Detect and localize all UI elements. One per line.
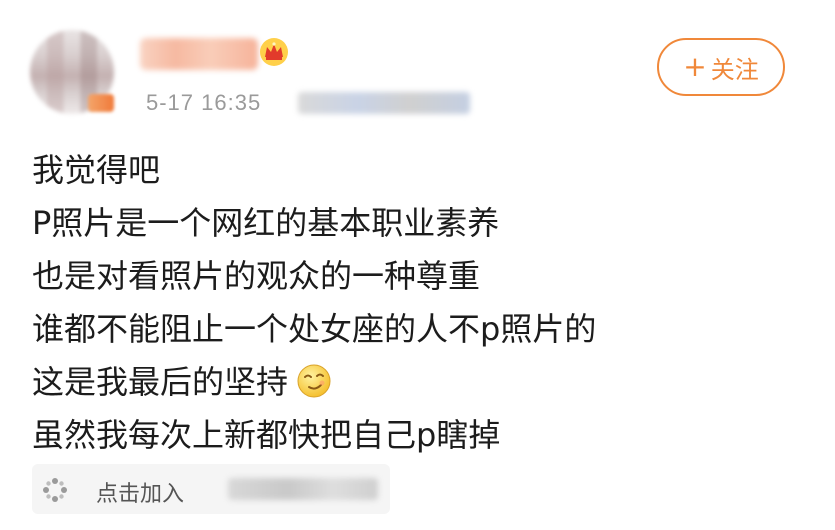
- post-source-blurred: [298, 92, 470, 114]
- supertopic-name-blurred: [228, 478, 378, 500]
- post-line: 也是对看照片的观众的一种尊重: [32, 257, 481, 295]
- post-text: 我觉得吧 P照片是一个网红的基本职业素养 也是对看照片的观众的一种尊重 谁都不能…: [32, 144, 596, 462]
- supertopic-label: 点击加入: [96, 482, 185, 507]
- post-line: 我觉得吧: [32, 151, 161, 189]
- post-line: 虽然我每次上新都快把自己p瞎掉: [32, 416, 501, 454]
- follow-label: 关注: [710, 55, 759, 84]
- post-line: 这是我最后的坚持: [32, 363, 289, 401]
- plus-icon: +: [683, 50, 707, 83]
- crown-icon: [260, 38, 288, 66]
- post-line: 谁都不能阻止一个处女座的人不p照片的: [32, 310, 597, 348]
- username-blurred[interactable]: [140, 38, 258, 70]
- post-line: P照片是一个网红的基本职业素养: [32, 204, 500, 242]
- supertopic-join-bar[interactable]: 点击加入: [32, 464, 390, 514]
- follow-button[interactable]: + 关注: [657, 38, 785, 96]
- avatar-badge: [88, 94, 114, 112]
- smug-face-emoji-icon: [297, 364, 331, 398]
- post-line-with-emoji: 这是我最后的坚持: [32, 356, 596, 409]
- post-timestamp: 5-17 16:35: [146, 90, 262, 115]
- supertopic-icon: [43, 478, 67, 502]
